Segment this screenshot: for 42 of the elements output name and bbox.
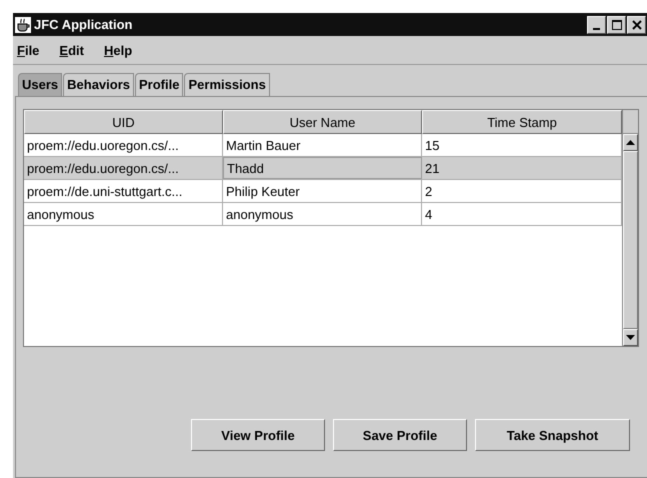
up-arrow-icon: [626, 140, 635, 145]
table-cell: 15: [422, 134, 622, 156]
close-button[interactable]: [627, 16, 646, 34]
table-cell: proem://de.uni-stuttgart.c...: [24, 180, 223, 202]
menu-item[interactable]: Edit: [59, 42, 84, 58]
table-cell: Philip Keuter: [223, 180, 422, 202]
maximize-icon: [612, 20, 622, 30]
table-cell: proem://edu.uoregon.cs/...: [24, 134, 223, 156]
tab[interactable]: Profile: [135, 73, 184, 96]
column-header[interactable]: User Name: [223, 110, 422, 134]
table-row[interactable]: proem://de.uni-stuttgart.c... Philip Keuter 2: [24, 180, 622, 203]
table-cell: anonymous: [223, 203, 422, 225]
tab[interactable]: Behaviors: [63, 73, 134, 96]
maximize-button[interactable]: [607, 16, 626, 34]
minimize-icon: [593, 28, 600, 30]
table-cell: proem://edu.uoregon.cs/...: [24, 157, 223, 179]
window-title: JFC Application: [34, 17, 134, 32]
table-cell: 21: [422, 157, 622, 179]
coffee-cup-icon: [15, 16, 31, 32]
column-header[interactable]: UID: [24, 110, 223, 134]
scroll-up-button[interactable]: [623, 134, 638, 151]
action-button[interactable]: Save Profile: [333, 419, 467, 451]
table-row[interactable]: anonymous anonymous 4: [24, 203, 622, 226]
tab[interactable]: Users: [18, 73, 62, 96]
table-row[interactable]: proem://edu.uoregon.cs/... Thadd 21: [24, 157, 622, 180]
menu-item[interactable]: File: [17, 42, 40, 58]
table-cell: anonymous: [24, 203, 223, 225]
scroll-down-button[interactable]: [623, 329, 638, 346]
table-cell: 4: [422, 203, 622, 225]
close-icon: [632, 20, 642, 30]
menu-item[interactable]: Help: [104, 42, 132, 58]
minimize-button[interactable]: [587, 16, 606, 34]
table-cell: 2: [422, 180, 622, 202]
scrollbar[interactable]: [623, 134, 638, 346]
column-header[interactable]: Time Stamp: [422, 110, 622, 134]
tab[interactable]: Permissions: [184, 73, 270, 96]
down-arrow-icon: [626, 335, 635, 340]
table-row[interactable]: proem://edu.uoregon.cs/... Martin Bauer 15: [24, 134, 622, 157]
action-button[interactable]: View Profile: [191, 419, 325, 451]
action-button[interactable]: Take Snapshot: [475, 419, 630, 451]
table-cell: Martin Bauer: [223, 134, 422, 156]
table-cell: Thadd: [223, 157, 422, 179]
